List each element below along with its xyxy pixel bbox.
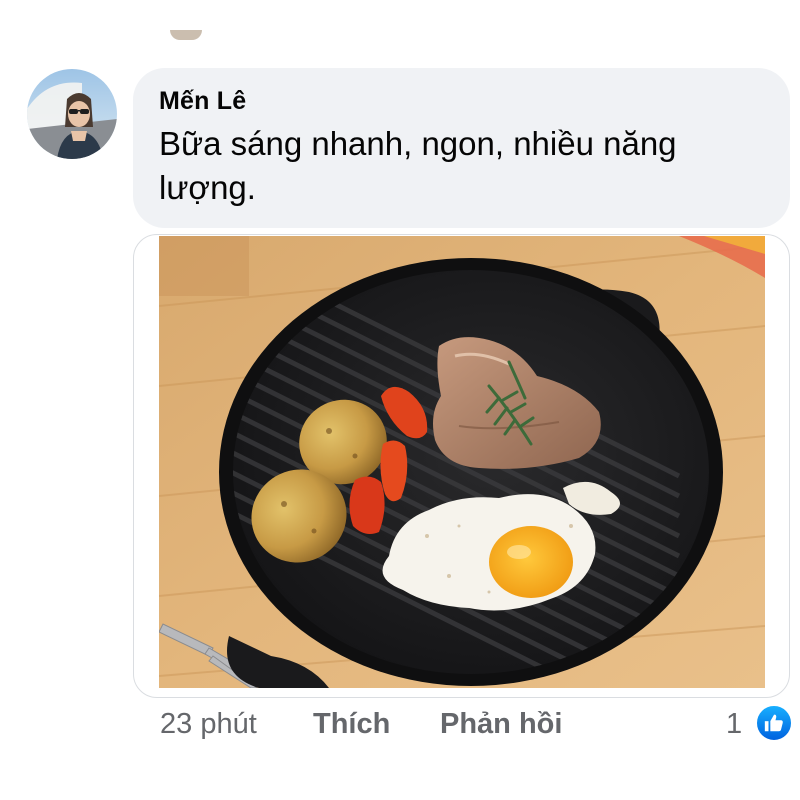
- avatar-photo: [27, 69, 117, 159]
- comment-text: Bữa sáng nhanh, ngon, nhiều năng lượng.: [159, 125, 677, 206]
- like-reaction-icon[interactable]: [755, 704, 793, 742]
- comment-bubble: Mến Lê Bữa sáng nhanh, ngon, nhiều năng …: [133, 68, 790, 228]
- comment-author-name[interactable]: Mến Lê: [159, 86, 760, 116]
- like-button[interactable]: Thích: [313, 700, 390, 748]
- reply-button[interactable]: Phản hồi: [440, 700, 562, 748]
- comment-actions-bar: 23 phút Thích Phản hồi 1: [160, 700, 800, 748]
- comment-timestamp[interactable]: 23 phút: [160, 700, 257, 748]
- breakfast-photo: [159, 236, 765, 688]
- previous-content-fragment: [170, 30, 202, 40]
- comment-photo[interactable]: [159, 236, 765, 688]
- reaction-count[interactable]: 1: [726, 700, 742, 748]
- author-avatar[interactable]: [27, 69, 117, 159]
- comment-page: Mến Lê Bữa sáng nhanh, ngon, nhiều năng …: [0, 0, 800, 800]
- thumbs-up-icon: [764, 714, 783, 732]
